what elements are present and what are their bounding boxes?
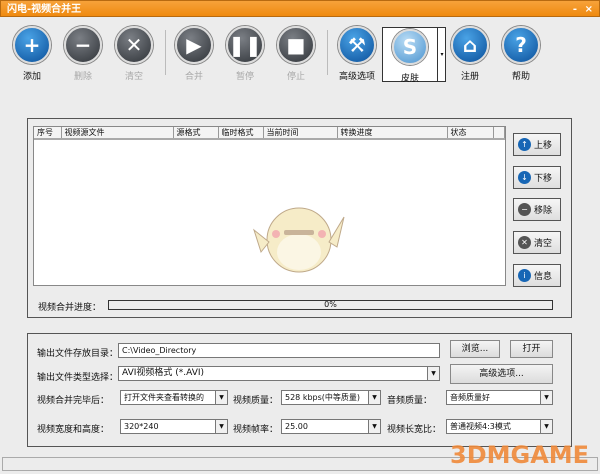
tools-icon: ⚒ <box>338 26 376 64</box>
move-down-button[interactable]: ↓ 下移 <box>513 166 561 189</box>
x-icon: ✕ <box>518 236 531 249</box>
open-button[interactable]: 打开 <box>510 340 553 358</box>
register-label: 注册 <box>460 72 479 82</box>
help-button[interactable]: ? 帮助 <box>496 26 546 82</box>
watermark-logo: 3DMGAME <box>450 441 589 469</box>
file-list-table[interactable]: 序号 视频源文件 源格式 临时格式 当前时间 转换进度 状态 <box>33 126 506 286</box>
stop-label: 停止 <box>286 72 305 82</box>
move-down-label: 下移 <box>534 174 553 184</box>
output-dir-input[interactable]: C:\Video_Directory <box>118 343 440 358</box>
stop-button[interactable]: ■ 停止 <box>271 26 321 82</box>
browse-button[interactable]: 浏览... <box>450 340 500 358</box>
output-type-label: 输出文件类型选择： <box>37 373 119 383</box>
video-quality-select[interactable]: 528 kbps(中等质量) ▼ <box>281 390 381 405</box>
chevron-down-icon: ▼ <box>215 420 227 433</box>
mascot-icon <box>253 207 345 273</box>
aspect-ratio-value: 普通视频4:3模式 <box>450 422 511 431</box>
pause-label: 暂停 <box>235 72 254 82</box>
divider <box>327 30 328 75</box>
delete-label: 删除 <box>73 72 92 82</box>
chevron-down-icon: ▼ <box>540 420 552 433</box>
advanced-options-button-2[interactable]: 高级选项... <box>450 364 553 384</box>
home-icon: ⌂ <box>451 26 489 64</box>
info-icon: i <box>518 269 531 282</box>
column-header[interactable]: 当前时间 <box>263 127 338 140</box>
aspect-ratio-label: 视频长宽比： <box>387 425 442 435</box>
clear-button[interactable]: ✕ 清空 <box>109 26 159 82</box>
column-header <box>493 127 505 140</box>
frame-rate-value: 25.00 <box>285 422 308 431</box>
clear-list-label: 清空 <box>534 239 553 249</box>
audio-quality-select[interactable]: 音频质量好 ▼ <box>446 390 553 405</box>
video-size-label: 视频宽度和高度： <box>37 425 110 435</box>
register-button[interactable]: ⌂ 注册 <box>445 26 495 82</box>
info-button[interactable]: i 信息 <box>513 264 561 287</box>
pause-button[interactable]: ❚❚ 暂停 <box>220 26 270 82</box>
frame-rate-select[interactable]: 25.00 ▼ <box>281 419 381 434</box>
help-label: 帮助 <box>511 72 530 82</box>
chevron-down-icon: ▼ <box>427 367 439 380</box>
progress-label: 视频合并进度： <box>38 303 102 313</box>
output-type-value: AVI视频格式 (*.AVI) <box>122 368 205 378</box>
info-label: 信息 <box>534 272 553 282</box>
merge-button[interactable]: ▶ 合并 <box>169 26 219 82</box>
after-merge-value: 打开文件夹查看转换的 <box>124 393 204 402</box>
chevron-down-icon: ▼ <box>368 391 380 404</box>
arrow-up-icon: ↑ <box>518 138 531 151</box>
column-header[interactable]: 转换进度 <box>337 127 448 140</box>
plus-icon: + <box>13 26 51 64</box>
column-header[interactable]: 视频源文件 <box>61 127 174 140</box>
skin-icon: S <box>392 29 428 65</box>
chevron-down-icon: ▼ <box>540 391 552 404</box>
column-header[interactable]: 源格式 <box>173 127 219 140</box>
close-button[interactable]: × <box>585 1 593 18</box>
output-type-select[interactable]: AVI视频格式 (*.AVI) ▼ <box>118 366 440 381</box>
video-size-select[interactable]: 320*240 ▼ <box>120 419 228 434</box>
column-header[interactable]: 状态 <box>447 127 494 140</box>
clear-list-button[interactable]: ✕ 清空 <box>513 231 561 254</box>
pause-icon: ❚❚ <box>226 26 264 64</box>
after-merge-select[interactable]: 打开文件夹查看转换的 ▼ <box>120 390 228 405</box>
video-quality-value: 528 kbps(中等质量) <box>285 393 361 402</box>
x-icon: ✕ <box>115 26 153 64</box>
minimize-button[interactable]: - <box>573 1 577 18</box>
aspect-ratio-select[interactable]: 普通视频4:3模式 ▼ <box>446 419 553 434</box>
advanced-options-button[interactable]: ⚒ 高级选项 <box>332 26 382 82</box>
clear-label: 清空 <box>124 72 143 82</box>
audio-quality-label: 音频质量： <box>387 396 433 406</box>
add-button[interactable]: + 添加 <box>7 26 57 82</box>
remove-label: 移除 <box>534 206 553 216</box>
audio-quality-value: 音频质量好 <box>450 393 490 402</box>
output-dir-label: 输出文件存放目录： <box>37 349 119 359</box>
window-title: 闪电-视频合并王 <box>7 4 82 15</box>
column-header[interactable]: 序号 <box>34 127 62 140</box>
chevron-down-icon: ▼ <box>368 420 380 433</box>
column-header[interactable]: 临时格式 <box>218 127 264 140</box>
progress-text: 0% <box>324 300 337 309</box>
watermark-text: 3DMGAME <box>450 441 590 469</box>
move-up-label: 上移 <box>534 141 553 151</box>
skin-button[interactable]: S 皮肤 ▾ <box>382 27 446 84</box>
arrow-down-icon: ↓ <box>518 171 531 184</box>
video-quality-label: 视频质量： <box>233 396 279 406</box>
merge-progress-bar: 0% <box>108 300 553 310</box>
help-icon: ? <box>502 26 540 64</box>
delete-button[interactable]: − 删除 <box>58 26 108 82</box>
after-merge-label: 视频合并完毕后： <box>37 396 110 406</box>
title-bar: 闪电-视频合并王 - × <box>0 0 600 17</box>
chevron-down-icon: ▼ <box>215 391 227 404</box>
frame-rate-label: 视频帧率： <box>233 425 279 435</box>
move-up-button[interactable]: ↑ 上移 <box>513 133 561 156</box>
merge-label: 合并 <box>184 72 203 82</box>
video-size-value: 320*240 <box>124 422 159 431</box>
play-icon: ▶ <box>175 26 213 64</box>
minus-icon: − <box>518 203 531 216</box>
remove-button[interactable]: − 移除 <box>513 198 561 221</box>
advanced-label: 高级选项 <box>338 72 375 82</box>
minus-icon: − <box>64 26 102 64</box>
skin-label: 皮肤 <box>400 74 419 84</box>
add-label: 添加 <box>22 72 41 82</box>
stop-icon: ■ <box>277 26 315 64</box>
divider <box>165 30 166 75</box>
